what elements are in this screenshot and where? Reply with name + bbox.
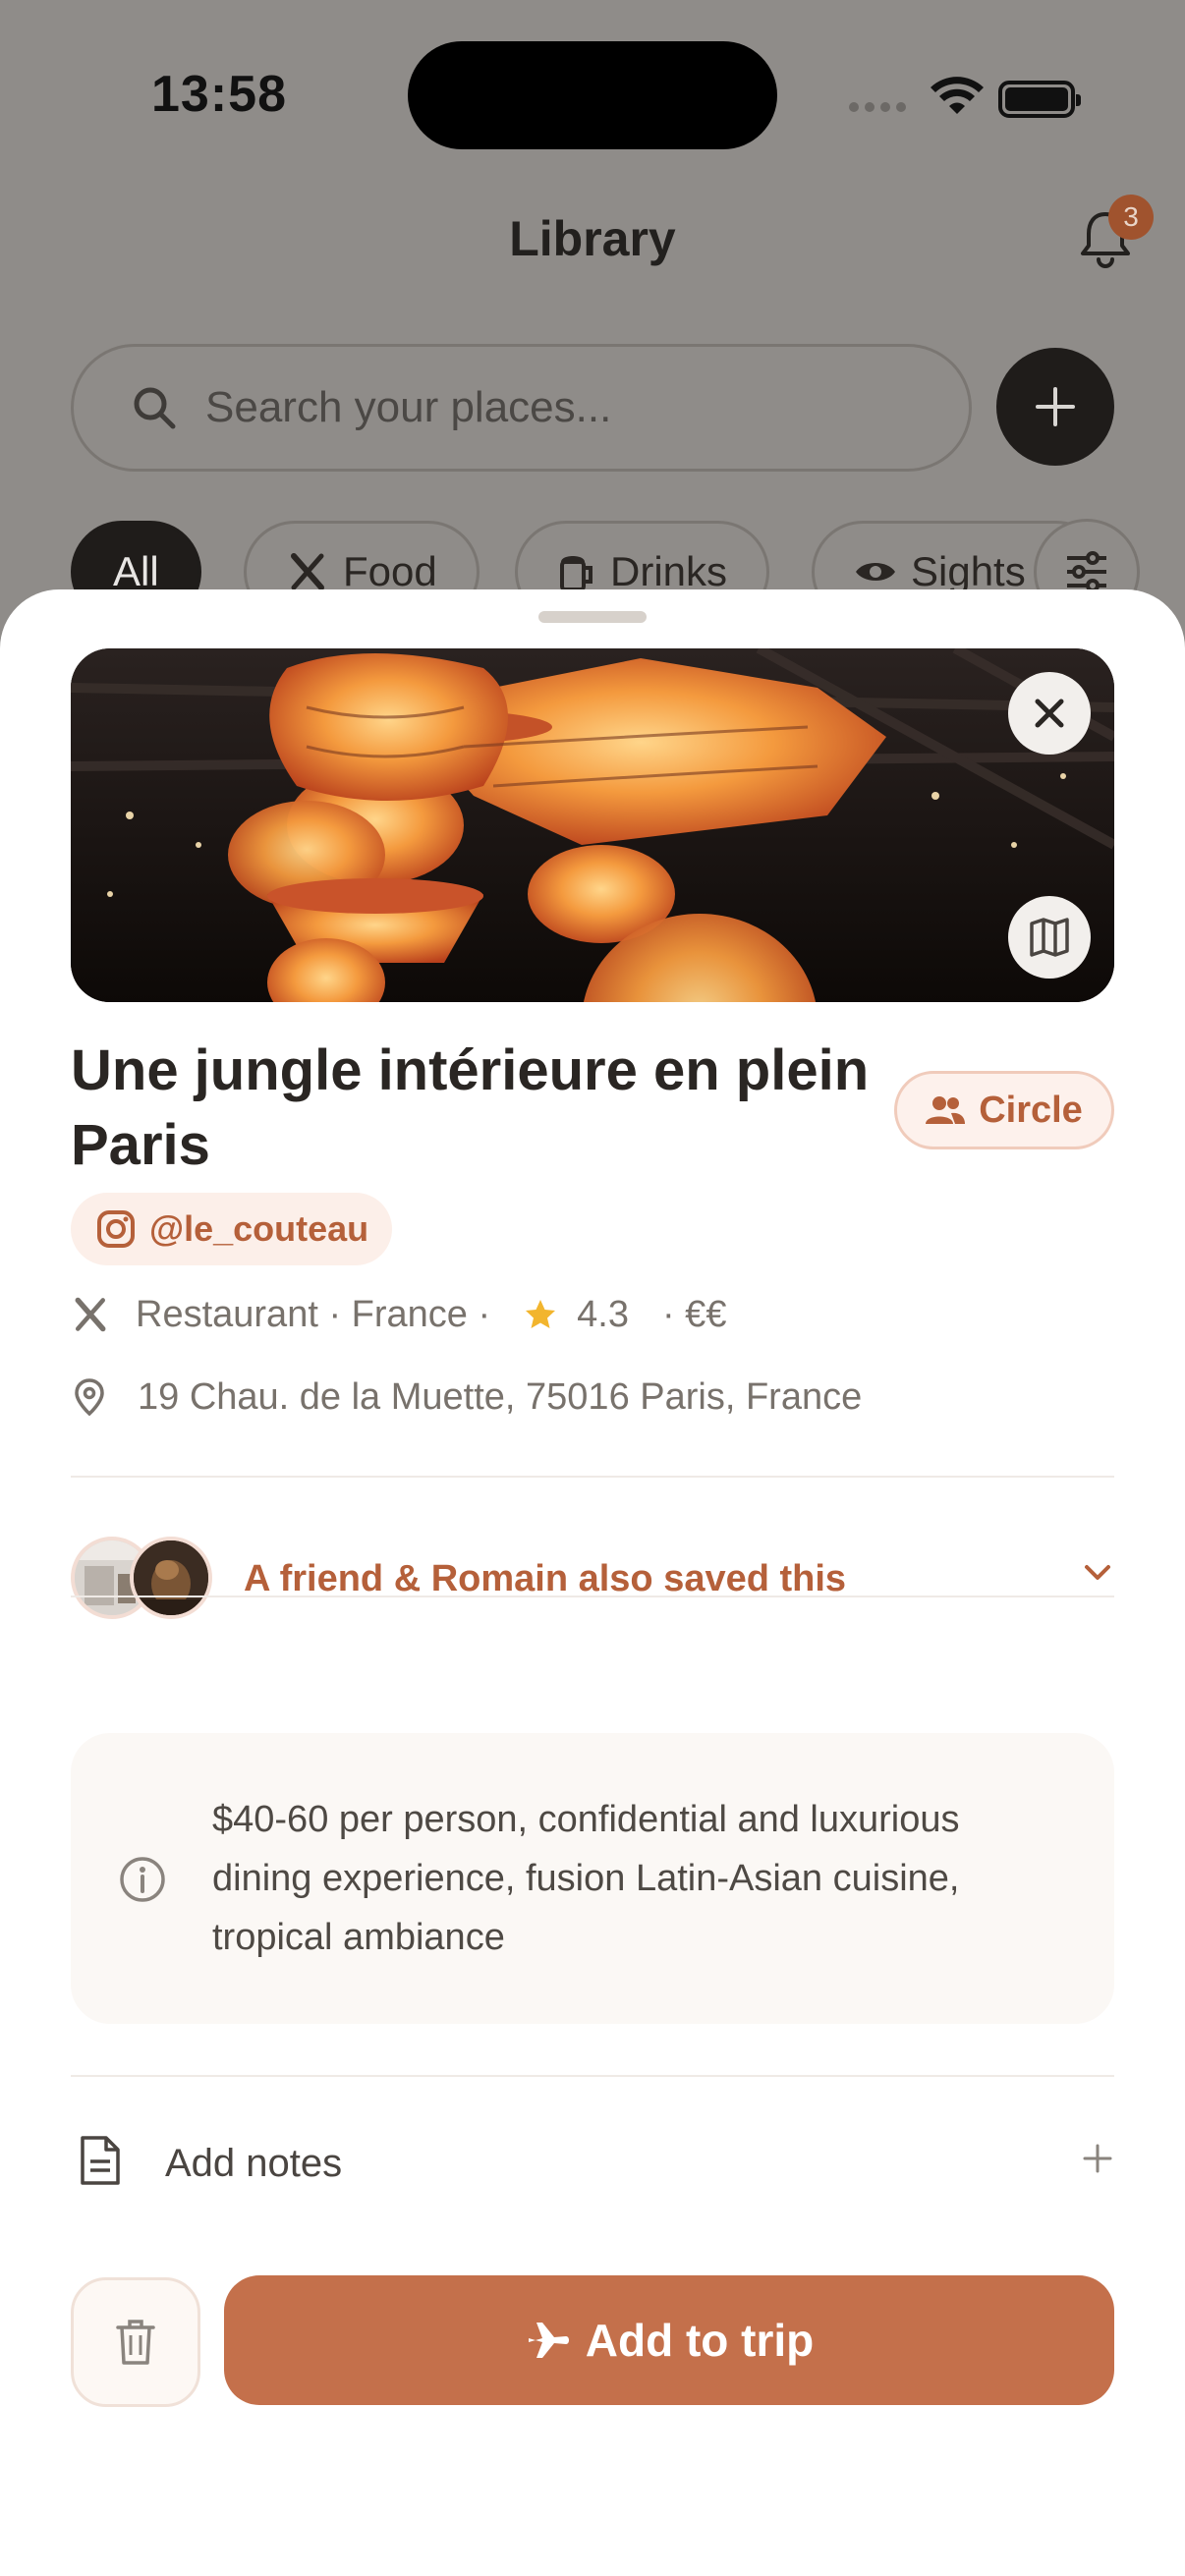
place-title: Une jungle intérieure en plein Paris — [71, 1038, 870, 1177]
page-title: Library — [509, 211, 676, 266]
beer-mug-icon — [560, 556, 592, 591]
trash-icon — [116, 2320, 155, 2365]
plus-icon — [1036, 387, 1075, 426]
friends-saved-row[interactable]: A friend & Romain also saved this — [71, 1537, 1114, 1623]
place-price: · €€ — [661, 1293, 727, 1335]
chevron-down-icon — [1085, 1565, 1110, 1580]
sheet-grabber[interactable] — [538, 611, 647, 623]
utensils-icon — [291, 553, 324, 590]
description-card: $40-60 per person, confidential and luxu… — [71, 1733, 1114, 2024]
place-address: 19 Chau. de la Muette, 75016 Paris, Fran… — [138, 1375, 863, 1418]
source-handle: @le_couteau — [149, 1208, 369, 1249]
add-to-trip-label: Add to trip — [585, 2315, 815, 2366]
airplane-icon — [528, 2323, 569, 2358]
delete-button[interactable] — [71, 2277, 200, 2407]
place-photo — [71, 648, 1114, 1002]
divider — [71, 1476, 1114, 1478]
divider — [71, 1596, 1114, 1597]
eye-icon — [856, 563, 895, 581]
chip-label: All — [113, 548, 159, 594]
add-to-trip-button[interactable]: Add to trip — [224, 2275, 1114, 2405]
dynamic-island — [408, 41, 777, 149]
place-meta: Restaurant · France · 4.3 · €€ — [71, 1281, 726, 1348]
source-link[interactable]: @le_couteau — [71, 1193, 393, 1265]
friends-saved-text: A friend & Romain also saved this — [244, 1558, 847, 1599]
document-icon — [81, 2136, 120, 2185]
sliders-icon — [1067, 551, 1106, 592]
info-icon — [120, 1857, 165, 1902]
place-detail-sheet: Une jungle intérieure en plein Paris Cir… — [0, 589, 1185, 2576]
place-address-row[interactable]: 19 Chau. de la Muette, 75016 Paris, Fran… — [71, 1364, 862, 1430]
wifi-icon — [931, 77, 984, 114]
place-rating: 4.3 — [577, 1293, 629, 1335]
star-icon — [526, 1300, 556, 1328]
visibility-badge[interactable]: Circle — [894, 1071, 1114, 1149]
chip-label: Food — [343, 548, 437, 594]
chip-label: Sights — [911, 548, 1026, 594]
map-icon — [1030, 918, 1069, 957]
divider — [71, 2075, 1114, 2077]
battery-icon — [998, 81, 1081, 118]
avatar — [130, 1537, 212, 1619]
notification-badge: 3 — [1108, 195, 1154, 240]
status-time: 13:58 — [151, 66, 287, 123]
search-placeholder: Search your places... — [205, 383, 612, 431]
chip-label: Drinks — [610, 548, 728, 594]
place-category: Restaurant · France · — [136, 1293, 491, 1335]
library-screen-background: 13:58 Library 3 Search your places... Al… — [0, 0, 1185, 688]
signal-dots-icon — [849, 102, 906, 112]
people-icon — [926, 1096, 966, 1124]
map-button[interactable] — [1008, 896, 1091, 979]
visibility-label: Circle — [979, 1089, 1083, 1131]
search-input[interactable]: Search your places... — [71, 344, 972, 472]
utensils-icon — [75, 1297, 106, 1332]
status-indicators — [849, 73, 1085, 122]
add-place-button[interactable] — [996, 348, 1114, 466]
plus-icon — [1083, 2144, 1112, 2173]
add-notes-label: Add notes — [165, 2142, 343, 2185]
place-description: $40-60 per person, confidential and luxu… — [212, 1799, 960, 1958]
instagram-icon — [97, 1210, 135, 1248]
location-pin-icon — [75, 1378, 104, 1416]
search-icon — [134, 387, 176, 429]
close-icon — [1035, 699, 1064, 728]
add-notes-row[interactable]: Add notes — [71, 2112, 1114, 2211]
close-button[interactable] — [1008, 672, 1091, 755]
